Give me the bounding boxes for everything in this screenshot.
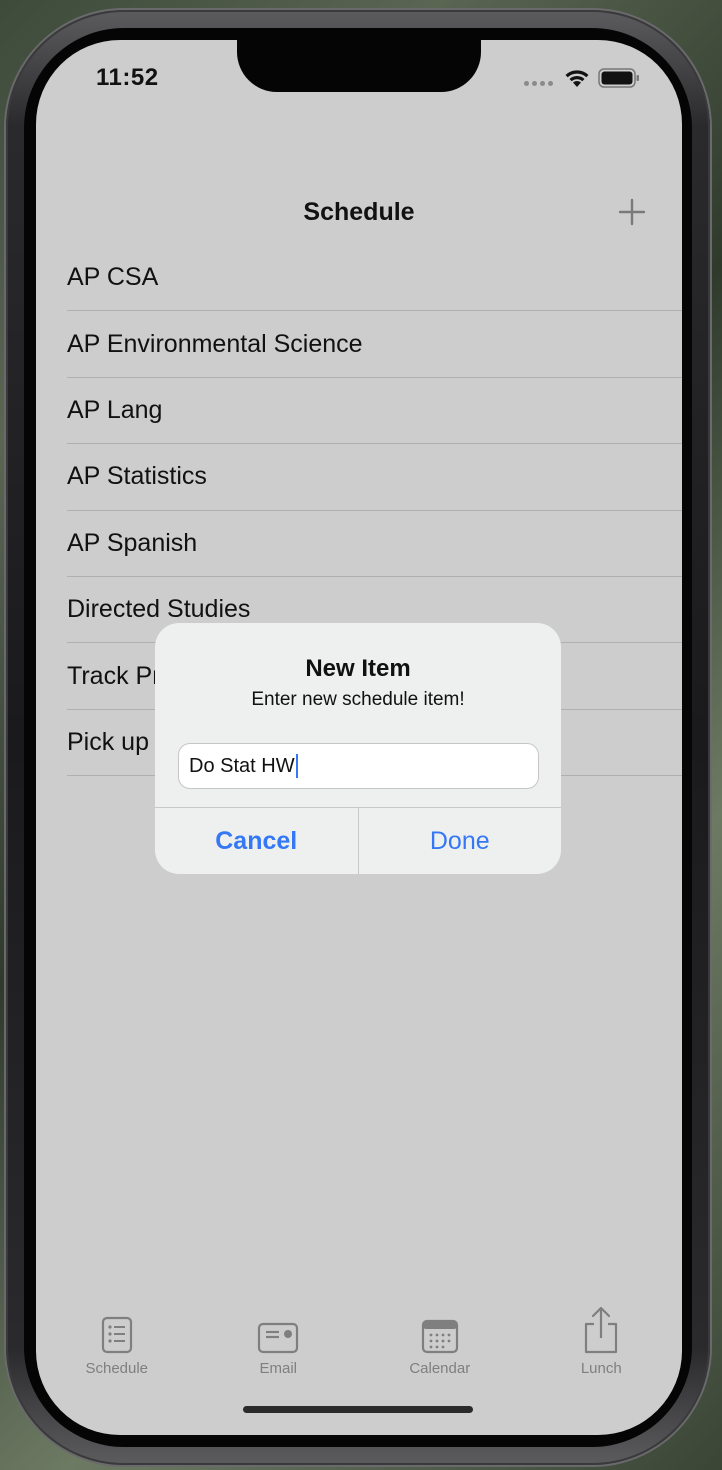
list-item[interactable]: AP Spanish (67, 511, 682, 577)
tab-schedule[interactable]: Schedule (36, 1310, 198, 1390)
phone-screen: 11:52 Schedule AP CSA AP Environmental S… (36, 40, 682, 1435)
tab-lunch[interactable]: Lunch (521, 1306, 683, 1390)
new-item-input[interactable]: Do Stat HW (178, 743, 539, 789)
notch (237, 40, 481, 92)
done-button[interactable]: Done (359, 808, 562, 874)
tab-label: Email (259, 1360, 297, 1377)
tab-label: Calendar (409, 1360, 471, 1377)
wifi-icon (565, 70, 589, 87)
list-item[interactable]: AP Lang (67, 378, 682, 445)
signal-icon (524, 81, 553, 86)
new-item-dialog: New Item Enter new schedule item! Do Sta… (155, 623, 561, 874)
email-icon (258, 1322, 299, 1354)
schedule-icon (101, 1316, 132, 1354)
dialog-message: Enter new schedule item! (251, 689, 465, 710)
new-item-input-value: Do Stat HW (189, 754, 295, 777)
tab-label: Schedule (85, 1360, 149, 1377)
cancel-button[interactable]: Cancel (155, 808, 359, 874)
add-button[interactable] (614, 194, 650, 230)
list-item[interactable]: AP Environmental Science (67, 311, 682, 378)
tab-label: Lunch (580, 1360, 622, 1377)
share-icon (585, 1306, 618, 1354)
home-indicator[interactable] (243, 1406, 473, 1413)
list-item[interactable]: AP Statistics (67, 444, 682, 511)
list-item[interactable]: AP CSA (67, 245, 682, 312)
dialog-button-row: Cancel Done (155, 807, 561, 874)
dialog-title: New Item (305, 655, 411, 682)
plus-icon (618, 198, 646, 226)
tab-bar: Schedule Email Calendar Lunch (36, 1306, 683, 1390)
calendar-icon (421, 1319, 458, 1354)
status-time: 11:52 (96, 64, 159, 91)
page-title: Schedule (303, 198, 415, 226)
navigation-bar: Schedule (36, 190, 682, 234)
battery-icon (598, 68, 639, 88)
tab-calendar[interactable]: Calendar (359, 1310, 521, 1390)
tab-email[interactable]: Email (198, 1310, 360, 1390)
text-caret (295, 754, 298, 778)
